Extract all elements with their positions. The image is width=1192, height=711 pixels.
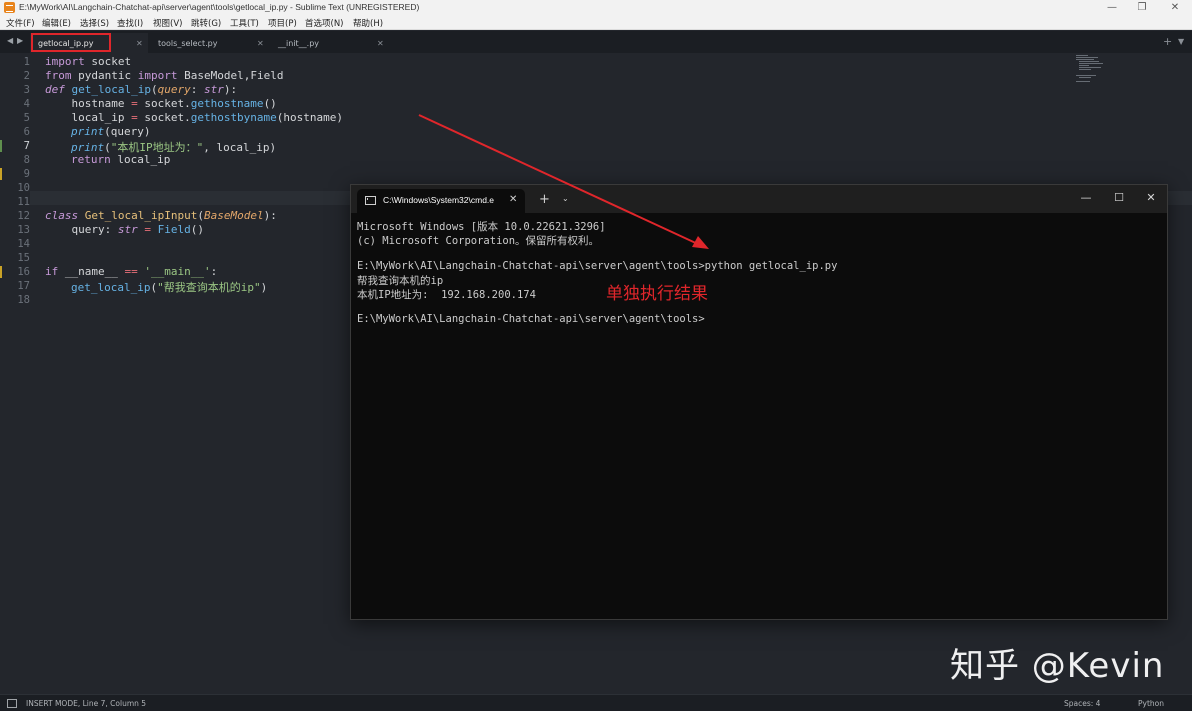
- line-number: 7: [23, 140, 30, 152]
- sublime-app-icon: [4, 2, 15, 13]
- line-number: 15: [17, 252, 30, 264]
- minimize-button[interactable]: —: [1097, 1, 1127, 15]
- line-number: 14: [17, 238, 30, 250]
- code-line-12: class Get_local_ipInput(BaseModel):: [45, 209, 277, 222]
- tab-close-icon[interactable]: ✕: [257, 39, 264, 48]
- minimap[interactable]: [1076, 53, 1110, 83]
- menu-bar: 文件(F) 编辑(E) 选择(S) 查找(I) 视图(V) 跳转(G) 工具(T…: [0, 16, 1192, 30]
- panel-toggle-icon[interactable]: [7, 699, 17, 708]
- tab-label: __init__.py: [278, 39, 320, 48]
- cmd-prompt-line[interactable]: E:\MyWork\AI\Langchain-Chatchat-api\serv…: [357, 313, 705, 325]
- menu-goto[interactable]: 跳转(G): [191, 17, 221, 29]
- menu-tools[interactable]: 工具(T): [230, 17, 259, 29]
- title-bar: E:\MyWork\AI\Langchain-Chatchat-api\serv…: [0, 0, 1192, 16]
- line-number: 16: [17, 266, 30, 278]
- cmd-title-bar: C:\Windows\System32\cmd.e ✕ + ⌄ — ☐ ✕: [351, 185, 1167, 213]
- tab-tools-select[interactable]: tools_select.py ✕: [150, 33, 268, 53]
- tab-label: tools_select.py: [158, 39, 218, 48]
- tab-init[interactable]: __init__.py ✕: [270, 33, 388, 53]
- menu-file[interactable]: 文件(F): [6, 17, 35, 29]
- code-line-6: print(query): [71, 125, 151, 138]
- status-mode: INSERT MODE, Line 7, Column 5: [26, 699, 147, 708]
- line-number: 13: [17, 224, 30, 236]
- line-number: 6: [23, 126, 30, 138]
- active-tab-highlight-box: [31, 33, 111, 52]
- status-syntax[interactable]: Python: [1138, 699, 1164, 708]
- close-button[interactable]: ✕: [1160, 1, 1190, 15]
- line-number: 18: [17, 294, 30, 306]
- code-line-16: if __name__ == '__main__':: [45, 265, 218, 278]
- line-number: 8: [23, 154, 30, 166]
- cmd-output-line: 帮我查询本机的ip: [357, 275, 444, 287]
- code-line-5: local_ip = socket.gethostbyname(hostname…: [45, 111, 344, 124]
- line-number: 5: [23, 112, 30, 124]
- tab-forward-icon[interactable]: ▶: [17, 36, 23, 45]
- line-number: 2: [23, 70, 30, 82]
- new-tab-icon[interactable]: +: [1163, 35, 1172, 48]
- code-line-17: get_local_ip("帮我查询本机的ip"): [71, 281, 268, 294]
- cmd-dropdown-icon[interactable]: ⌄: [562, 194, 569, 203]
- code-line-4: hostname = socket.gethostname(): [45, 97, 277, 110]
- code-line-2: from pydantic import BaseModel,Field: [45, 69, 284, 82]
- tab-close-icon[interactable]: ✕: [377, 39, 384, 48]
- tab-close-icon[interactable]: ✕: [136, 39, 143, 48]
- status-bar: INSERT MODE, Line 7, Column 5 Spaces: 4 …: [0, 694, 1192, 711]
- cmd-output-line: E:\MyWork\AI\Langchain-Chatchat-api\serv…: [357, 260, 838, 272]
- annotation-label: 单独执行结果: [606, 284, 708, 304]
- menu-find[interactable]: 查找(I): [117, 17, 143, 29]
- cmd-minimize-button[interactable]: —: [1071, 191, 1101, 207]
- menu-project[interactable]: 项目(P): [268, 17, 297, 29]
- code-line-1: import socket: [45, 55, 132, 68]
- cmd-tab[interactable]: C:\Windows\System32\cmd.e ✕: [357, 189, 525, 213]
- cmd-tab-close-icon[interactable]: ✕: [509, 194, 517, 205]
- line-number: 11: [17, 196, 30, 208]
- cmd-output-line: 本机IP地址为: 192.168.200.174: [357, 289, 536, 301]
- watermark: 知乎 @Kevin: [950, 646, 1165, 686]
- cmd-maximize-button[interactable]: ☐: [1104, 191, 1134, 207]
- line-number: 10: [17, 182, 30, 194]
- line-number: 12: [17, 210, 30, 222]
- window-title: E:\MyWork\AI\Langchain-Chatchat-api\serv…: [19, 2, 420, 12]
- cmd-close-button[interactable]: ✕: [1136, 191, 1166, 207]
- maximize-button[interactable]: ❐: [1127, 1, 1157, 15]
- code-line-3: def get_local_ip(query: str):: [45, 83, 238, 96]
- menu-preferences[interactable]: 首选项(N): [305, 17, 344, 29]
- code-line-13: query: str = Field(): [45, 223, 204, 236]
- code-line-8: return local_ip: [71, 153, 171, 166]
- menu-edit[interactable]: 编辑(E): [42, 17, 71, 29]
- cmd-window[interactable]: C:\Windows\System32\cmd.e ✕ + ⌄ — ☐ ✕ Mi…: [350, 184, 1168, 620]
- menu-help[interactable]: 帮助(H): [353, 17, 383, 29]
- tab-list-icon[interactable]: ▼: [1178, 37, 1184, 46]
- tab-bar: ◀ ▶ getlocal_ip.py ✕ tools_select.py ✕ _…: [0, 31, 1192, 53]
- cmd-output-line: Microsoft Windows [版本 10.0.22621.3296]: [357, 221, 606, 233]
- modified-line-marker: [0, 168, 2, 180]
- modified-line-marker: [0, 140, 2, 152]
- terminal-icon: [365, 196, 376, 205]
- cmd-new-tab-icon[interactable]: +: [539, 192, 550, 207]
- menu-select[interactable]: 选择(S): [80, 17, 109, 29]
- status-indentation[interactable]: Spaces: 4: [1064, 699, 1100, 708]
- tab-back-icon[interactable]: ◀: [7, 36, 13, 45]
- line-number: 4: [23, 98, 30, 110]
- menu-view[interactable]: 视图(V): [153, 17, 182, 29]
- cmd-tab-title: C:\Windows\System32\cmd.e: [383, 195, 495, 205]
- line-number: 3: [23, 84, 30, 96]
- line-number: 17: [17, 280, 30, 292]
- modified-line-marker: [0, 266, 2, 278]
- line-number: 1: [23, 56, 30, 68]
- cmd-output-line: (c) Microsoft Corporation。保留所有权利。: [357, 235, 600, 247]
- line-number: 9: [23, 168, 30, 180]
